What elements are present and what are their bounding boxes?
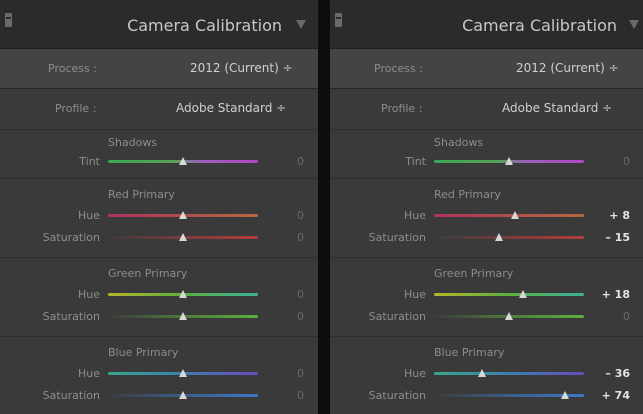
green-primary-group: Green Primary Hue + 18 Saturation 0 <box>330 258 643 337</box>
row-label-red-hue: Hue <box>403 209 426 222</box>
green-saturation-value[interactable]: 0 <box>594 310 630 323</box>
green-hue-slider-thumb[interactable] <box>179 290 187 298</box>
row-label-tint: Tint <box>405 155 426 168</box>
blue-hue-slider-thumb[interactable] <box>179 369 187 377</box>
row-label-green-hue: Hue <box>77 288 100 301</box>
red-saturation-value[interactable]: – 15 <box>594 231 630 244</box>
row-label-red-saturation: Saturation <box>368 231 426 244</box>
panel-grip-icon[interactable] <box>335 13 342 27</box>
tint-value[interactable]: 0 <box>268 155 304 168</box>
red-hue-value[interactable]: 0 <box>268 209 304 222</box>
group-title-red-primary: Red Primary <box>434 188 501 201</box>
green-saturation-value[interactable]: 0 <box>268 310 304 323</box>
red-saturation-slider-thumb[interactable] <box>494 233 503 241</box>
row-label-blue-saturation: Saturation <box>368 389 426 402</box>
group-title-blue-primary: Blue Primary <box>108 346 179 359</box>
green-hue-slider-track[interactable] <box>434 293 584 296</box>
profile-row: Profile : Adobe Standard ÷ <box>0 89 318 130</box>
blue-saturation-slider-thumb[interactable] <box>560 391 569 399</box>
green-hue-slider-thumb[interactable] <box>518 290 527 298</box>
profile-select[interactable]: Adobe Standard ÷ <box>176 101 286 115</box>
camera-calibration-panel-before: Camera Calibration Process : 2012 (Curre… <box>0 0 318 414</box>
row-label-green-saturation: Saturation <box>42 310 100 323</box>
tint-slider-thumb[interactable] <box>505 157 513 165</box>
row-label-blue-hue: Hue <box>403 367 426 380</box>
row-label-green-hue: Hue <box>403 288 426 301</box>
panel-header[interactable]: Camera Calibration <box>330 0 643 49</box>
collapse-triangle-icon[interactable] <box>296 20 306 29</box>
process-select[interactable]: 2012 (Current) ÷ <box>516 61 619 75</box>
process-row: Process : 2012 (Current) ÷ <box>0 49 318 89</box>
screenshot: Camera Calibration Process : 2012 (Curre… <box>0 0 643 414</box>
red-primary-group: Red Primary Hue + 8 Saturation – 15 <box>330 179 643 258</box>
green-saturation-slider-thumb[interactable] <box>179 312 187 320</box>
row-label-blue-saturation: Saturation <box>42 389 100 402</box>
process-select[interactable]: 2012 (Current) ÷ <box>190 61 293 75</box>
process-row: Process : 2012 (Current) ÷ <box>330 49 643 89</box>
panel-title: Camera Calibration <box>462 16 617 35</box>
blue-saturation-value[interactable]: + 74 <box>594 389 630 402</box>
panel-grip-icon[interactable] <box>5 13 12 27</box>
green-hue-value[interactable]: 0 <box>268 288 304 301</box>
group-title-shadows: Shadows <box>108 136 158 149</box>
blue-saturation-slider-thumb[interactable] <box>179 391 187 399</box>
collapse-triangle-icon[interactable] <box>629 20 639 29</box>
row-label-red-saturation: Saturation <box>42 231 100 244</box>
red-primary-group: Red Primary Hue 0 Saturation 0 <box>0 179 318 258</box>
profile-label: Profile : <box>381 102 423 115</box>
row-label-green-saturation: Saturation <box>368 310 426 323</box>
green-primary-group: Green Primary Hue 0 Saturation 0 <box>0 258 318 337</box>
process-label: Process : <box>48 62 97 75</box>
camera-calibration-panel-after: Camera Calibration Process : 2012 (Curre… <box>330 0 643 414</box>
blue-hue-value[interactable]: 0 <box>268 367 304 380</box>
row-label-red-hue: Hue <box>77 209 100 222</box>
red-hue-slider-track[interactable] <box>434 214 584 217</box>
profile-row: Profile : Adobe Standard ÷ <box>330 89 643 130</box>
profile-select[interactable]: Adobe Standard ÷ <box>502 101 612 115</box>
group-title-green-primary: Green Primary <box>434 267 514 280</box>
blue-hue-value[interactable]: – 36 <box>594 367 630 380</box>
blue-saturation-value[interactable]: 0 <box>268 389 304 402</box>
shadows-group: Shadows Tint 0 <box>330 130 643 179</box>
tint-value[interactable]: 0 <box>594 155 630 168</box>
shadows-group: Shadows Tint 0 <box>0 130 318 179</box>
group-title-red-primary: Red Primary <box>108 188 175 201</box>
red-hue-slider-thumb[interactable] <box>179 211 187 219</box>
red-saturation-slider-track[interactable] <box>434 236 584 239</box>
blue-hue-slider-track[interactable] <box>434 372 584 375</box>
blue-primary-group: Blue Primary Hue – 36 Saturation + 74 <box>330 337 643 414</box>
blue-hue-slider-thumb[interactable] <box>478 369 486 377</box>
green-hue-value[interactable]: + 18 <box>594 288 630 301</box>
group-title-green-primary: Green Primary <box>108 267 188 280</box>
red-hue-value[interactable]: + 8 <box>594 209 630 222</box>
tint-slider-thumb[interactable] <box>179 157 187 165</box>
row-label-tint: Tint <box>79 155 100 168</box>
process-label: Process : <box>374 62 423 75</box>
red-hue-slider-thumb[interactable] <box>511 211 519 219</box>
green-saturation-slider-thumb[interactable] <box>505 312 513 320</box>
red-saturation-slider-thumb[interactable] <box>179 233 187 241</box>
group-title-blue-primary: Blue Primary <box>434 346 505 359</box>
panel-title: Camera Calibration <box>127 16 282 35</box>
row-label-blue-hue: Hue <box>77 367 100 380</box>
panel-header[interactable]: Camera Calibration <box>0 0 318 49</box>
blue-primary-group: Blue Primary Hue 0 Saturation 0 <box>0 337 318 414</box>
group-title-shadows: Shadows <box>434 136 484 149</box>
red-saturation-value[interactable]: 0 <box>268 231 304 244</box>
profile-label: Profile : <box>55 102 97 115</box>
